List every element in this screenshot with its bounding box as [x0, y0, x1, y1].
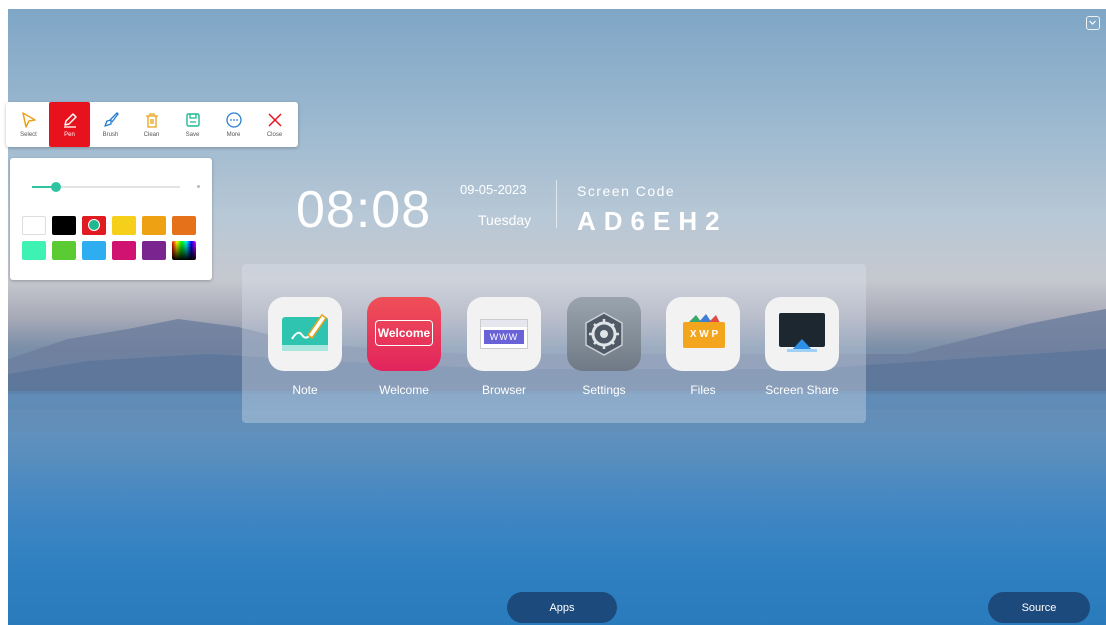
- tool-brush[interactable]: Brush: [90, 102, 131, 147]
- source-button[interactable]: Source: [988, 592, 1090, 623]
- tool-select[interactable]: Select: [8, 102, 49, 147]
- color-palette: [22, 216, 202, 260]
- color-swatch[interactable]: [82, 241, 106, 260]
- color-swatch[interactable]: [82, 216, 106, 235]
- apps-panel: Note Welcome Welcome WWW Browser Setting…: [242, 264, 866, 423]
- tool-label: Save: [185, 132, 200, 138]
- select-cursor-icon: [21, 112, 36, 128]
- note-icon: [268, 297, 342, 371]
- app-label: Browser: [481, 383, 526, 397]
- color-swatch[interactable]: [112, 241, 136, 260]
- tool-label: Pen: [64, 132, 75, 138]
- welcome-icon-text: Welcome: [375, 320, 433, 346]
- clock-date: 09-05-2023: [460, 182, 527, 197]
- pen-size-slider[interactable]: [32, 182, 180, 192]
- slider-max-dot: [197, 185, 200, 188]
- clock-day: Tuesday: [478, 212, 532, 228]
- clock-time: 08:08: [296, 181, 432, 239]
- color-swatch[interactable]: [142, 216, 166, 235]
- app-settings[interactable]: Settings: [564, 297, 644, 397]
- close-icon: [267, 113, 282, 127]
- apps-button[interactable]: Apps: [507, 592, 617, 623]
- annotation-toolbar: Select Pen Brush Clean Save More Close: [6, 102, 298, 147]
- tool-label: Brush: [102, 132, 119, 138]
- tool-more[interactable]: More: [213, 102, 254, 147]
- app-label: Welcome: [379, 383, 429, 397]
- app-screen-share[interactable]: Screen Share: [762, 297, 842, 397]
- tool-save[interactable]: Save: [172, 102, 213, 147]
- corner-menu-icon[interactable]: [1086, 16, 1100, 30]
- settings-gear-icon: [567, 297, 641, 371]
- tool-label: More: [226, 132, 241, 138]
- app-label: Screen Share: [765, 383, 839, 397]
- browser-icon-text: WWW: [484, 330, 524, 344]
- files-icon-text: X W P: [689, 329, 719, 340]
- app-label: Files: [690, 383, 716, 397]
- tool-label: Select: [20, 132, 37, 138]
- tool-label: Close: [266, 132, 283, 138]
- files-icon: X W P: [666, 297, 740, 371]
- tool-clean[interactable]: Clean: [131, 102, 172, 147]
- app-label: Note: [292, 383, 318, 397]
- trash-icon: [145, 113, 158, 128]
- color-swatch[interactable]: [172, 241, 196, 260]
- app-files[interactable]: X W P Files: [663, 297, 743, 397]
- app-browser[interactable]: WWW Browser: [464, 297, 544, 397]
- color-swatch[interactable]: [52, 241, 76, 260]
- color-swatch[interactable]: [142, 241, 166, 260]
- selected-check-icon: [88, 219, 100, 231]
- app-note[interactable]: Note: [265, 297, 345, 397]
- tool-close[interactable]: Close: [254, 102, 295, 147]
- tool-pen[interactable]: Pen: [49, 102, 90, 147]
- pen-settings-panel: [10, 158, 212, 280]
- screen-code-label: Screen Code: [577, 183, 676, 199]
- slider-handle[interactable]: [50, 182, 61, 192]
- divider: [556, 180, 557, 228]
- welcome-icon: Welcome: [367, 297, 441, 371]
- color-swatch[interactable]: [22, 241, 46, 260]
- save-icon: [185, 113, 200, 127]
- screen-code-value: AD6EH2: [577, 206, 728, 236]
- color-swatch[interactable]: [112, 216, 136, 235]
- color-swatch[interactable]: [22, 216, 46, 235]
- more-icon: [225, 112, 242, 128]
- app-welcome[interactable]: Welcome Welcome: [364, 297, 444, 397]
- color-swatch[interactable]: [52, 216, 76, 235]
- pen-icon: [63, 113, 77, 128]
- app-label: Settings: [582, 383, 626, 397]
- tool-label: Clean: [143, 132, 160, 138]
- browser-icon: WWW: [467, 297, 541, 371]
- screen-share-icon: [765, 297, 839, 371]
- brush-icon: [103, 112, 119, 127]
- color-swatch[interactable]: [172, 216, 196, 235]
